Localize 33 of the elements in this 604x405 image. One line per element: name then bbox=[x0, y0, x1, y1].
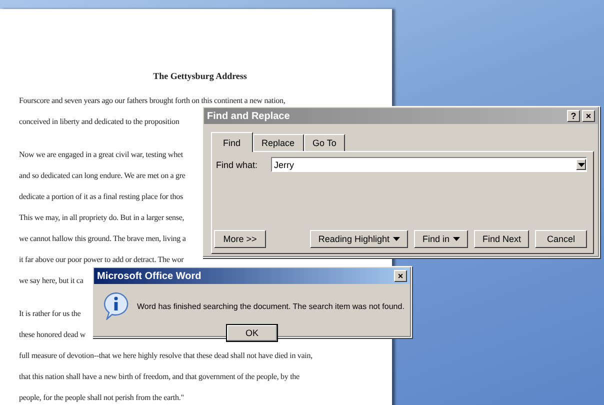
text-line: full measure of devotion--that we here highly resolve that these dead shall not have died in vain, bbox=[19, 350, 312, 362]
info-icon bbox=[103, 292, 129, 320]
dialog-button[interactable]: Find in bbox=[414, 230, 468, 248]
tab[interactable]: Find bbox=[211, 132, 253, 152]
find-what-field[interactable]: Jerry bbox=[271, 157, 587, 172]
text-line: dedicate a portion of it as a final resting place for thos bbox=[19, 191, 183, 203]
text-line: it far above our poor power to add or detract. The wor bbox=[19, 254, 184, 266]
text-line: people, for the people shall not perish from the earth." bbox=[19, 392, 184, 404]
caret-icon bbox=[393, 237, 400, 241]
dialog-button[interactable]: Cancel bbox=[535, 230, 587, 248]
dialog-button[interactable]: Find Next bbox=[474, 230, 529, 248]
text-line: that this nation shall have a new birth of freedom, and that government of the people, by the bbox=[19, 371, 300, 383]
text-line: This we may, in all propriety do. But in a larger sense, bbox=[19, 212, 184, 224]
dialog-button[interactable]: More >> bbox=[214, 230, 266, 248]
text-line: these honored dead w bbox=[19, 329, 86, 341]
tab[interactable]: Replace bbox=[252, 134, 304, 151]
text-line: conceived in liberty and dedicated to the proposition bbox=[19, 116, 180, 128]
text-line: we say here, but it ca bbox=[19, 275, 84, 287]
tab[interactable]: Go To bbox=[304, 134, 346, 151]
text-line: It is rather for us the bbox=[19, 308, 81, 320]
text-line: and so dedicated can long endure. We are met on a gre bbox=[19, 170, 186, 182]
dialog-button[interactable]: Reading Highlight bbox=[310, 230, 408, 248]
ok-button[interactable]: OK bbox=[226, 324, 278, 342]
text-line: Fourscore and seven years ago our fathers brought forth on this continent a new nation, bbox=[19, 95, 286, 107]
close-button[interactable]: × bbox=[394, 270, 407, 282]
text-line: Now we are engaged in a great civil war, testing whet bbox=[19, 149, 183, 161]
caret-icon bbox=[453, 237, 460, 241]
document-title: The Gettysburg Address bbox=[152, 71, 248, 81]
find-what-label: Find what: bbox=[215, 160, 259, 170]
text-line: we cannot hallow this ground. The brave men, living a bbox=[19, 233, 186, 245]
window-title: Find and Replace bbox=[207, 110, 290, 122]
message-text: Word has finished searching the document. The search item was not found. bbox=[137, 302, 404, 310]
window-title: Microsoft Office Word bbox=[97, 270, 202, 282]
